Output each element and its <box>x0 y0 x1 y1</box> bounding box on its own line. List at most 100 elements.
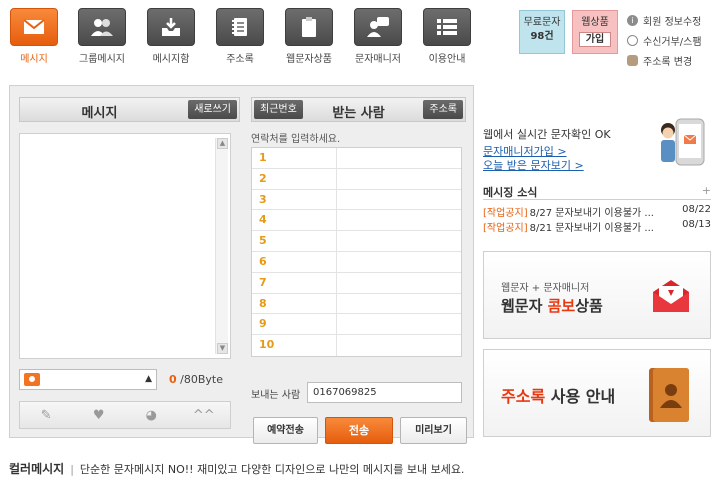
recipient-row[interactable]: 2 <box>252 168 461 190</box>
footer-separator: | <box>70 463 74 476</box>
edit-member-info-link[interactable]: i 회원 정보수정 <box>627 10 720 30</box>
news-tag: [작업공지] <box>483 208 528 219</box>
web-product-badge[interactable]: 웹상품 가입 <box>572 10 618 54</box>
row-index: 2 <box>252 168 337 189</box>
account-item-label: 주소록 변경 <box>643 56 693 68</box>
recipient-row[interactable]: 8 <box>252 293 461 315</box>
row-index: 9 <box>252 314 337 335</box>
address-guide-rest: 사용 안내 <box>545 387 616 406</box>
recipient-number-input[interactable] <box>337 314 461 334</box>
clipboard-icon <box>302 17 316 37</box>
address-book-guide-banner[interactable]: 주소록 사용 안내 <box>483 349 711 437</box>
change-address-book-link[interactable]: 주소록 변경 <box>627 50 720 70</box>
recipient-row[interactable]: 4 <box>252 210 461 232</box>
reserve-send-button[interactable]: 예약전송 <box>253 417 318 444</box>
recipient-panel: 최근번호 받는 사람 주소록 연락처를 입력하세요. 1 2 3 4 5 6 7… <box>251 97 467 444</box>
address-book-button[interactable]: 주소록 <box>423 100 463 119</box>
nav-item-web-sms-product[interactable]: 웹문자상품 <box>273 8 345 65</box>
image-attach-select[interactable]: ▲ <box>19 369 157 390</box>
byte-max: /80Byte <box>180 373 223 386</box>
row-index: 10 <box>252 335 337 356</box>
scroll-down-icon[interactable]: ▼ <box>217 343 228 354</box>
recipient-panel-title: 받는 사람 <box>332 106 385 121</box>
recipient-row[interactable]: 7 <box>252 272 461 294</box>
nav-item-address-book[interactable]: 주소록 <box>204 8 276 65</box>
row-index: 8 <box>252 293 337 314</box>
footer-text: 단순한 문자메시지 NO!! 재미있고 다양한 디자인으로 나만의 메시지를 보… <box>79 463 465 476</box>
recent-numbers-button[interactable]: 최근번호 <box>254 100 303 119</box>
news-item[interactable]: [작업공지] 8/27 문자보내기 이용불가 ... 08/22 <box>483 204 711 219</box>
recipient-number-input[interactable] <box>337 148 461 168</box>
nav-label: 그룹메시지 <box>79 54 125 65</box>
recipient-number-input[interactable] <box>337 252 461 272</box>
recipient-row[interactable]: 6 <box>252 251 461 273</box>
news-more-icon[interactable]: + <box>702 184 711 197</box>
nav-item-message-box[interactable]: 메시지함 <box>135 8 207 65</box>
message-scrollbar[interactable]: ▲ ▼ <box>215 138 228 354</box>
nav-label: 메시지함 <box>152 54 190 65</box>
nav-item-message[interactable]: 메시지 <box>0 8 70 65</box>
message-panel-header: 메시지 새로쓰기 <box>19 97 240 122</box>
recipient-number-input[interactable] <box>337 231 461 251</box>
row-index: 7 <box>252 272 337 293</box>
nav-item-group-message[interactable]: 그룹메시지 <box>66 8 138 65</box>
byte-counter: 0 /80Byte <box>169 373 223 386</box>
manager-icon <box>367 17 389 37</box>
block-spam-link[interactable]: 수신거부/스팸 <box>627 30 720 50</box>
web-product-label: 웹상품 <box>581 17 609 28</box>
recipient-number-input[interactable] <box>337 335 461 356</box>
news-date: 08/13 <box>682 219 711 230</box>
web-product-join: 가입 <box>579 32 611 47</box>
scroll-up-icon[interactable]: ▲ <box>217 138 228 149</box>
free-sms-label: 무료문자 <box>523 17 561 28</box>
combo-product-banner[interactable]: 웹문자 + 문자매니저 웹문자 콤보상품 <box>483 251 711 339</box>
nav-label: 메시지 <box>20 54 48 65</box>
today-received-link[interactable]: 오늘 받은 문자보기 > <box>483 157 584 173</box>
nav-item-usage-guide[interactable]: 이용안내 <box>411 8 483 65</box>
news-date: 08/22 <box>682 204 711 215</box>
sender-number-input[interactable] <box>307 382 462 403</box>
nav-label: 주소록 <box>226 54 254 65</box>
sender-label: 보내는 사람 <box>251 390 301 401</box>
recipient-number-input[interactable] <box>337 190 461 210</box>
recipient-number-input[interactable] <box>337 169 461 189</box>
recipient-number-input[interactable] <box>337 294 461 314</box>
news-title: 8/27 문자보내기 이용불가 ... <box>529 208 654 219</box>
phone-person-illustration-icon <box>661 118 705 166</box>
dropdown-caret-icon: ▲ <box>145 374 152 384</box>
recipient-number-input[interactable] <box>337 210 461 230</box>
address-guide-highlight: 주소록 <box>501 387 546 406</box>
recipient-hint: 연락처를 입력하세요. <box>251 134 341 145</box>
recipient-number-input[interactable] <box>337 273 461 293</box>
heart-icon[interactable]: ♥ <box>89 406 109 424</box>
recipient-row[interactable]: 3 <box>252 189 461 211</box>
group-icon <box>91 19 113 36</box>
news-title: 8/21 문자보내기 이용불가 ... <box>529 223 654 234</box>
emoticon-face-icon[interactable]: ^^ <box>193 406 215 424</box>
message-panel: 메시지 새로쓰기 ▲ ▼ ▲ 0 /80Byte ✎ ♥ ◕ ^^ <box>19 97 240 433</box>
compose-area: 메시지 새로쓰기 ▲ ▼ ▲ 0 /80Byte ✎ ♥ ◕ ^^ 최근번호 받… <box>9 85 474 444</box>
recipient-row[interactable]: 10 <box>252 335 461 356</box>
send-button[interactable]: 전송 <box>325 417 393 444</box>
block-icon <box>627 34 638 46</box>
realtime-check-text: 웹에서 실시간 문자확인 OK <box>483 128 611 141</box>
recipient-row[interactable]: 9 <box>252 314 461 336</box>
new-message-button[interactable]: 새로쓰기 <box>188 100 237 119</box>
address-book-icon <box>649 368 689 422</box>
special-char-icon[interactable]: ✎ <box>36 406 56 424</box>
free-sms-count-badge[interactable]: 무료문자 98건 <box>519 10 565 54</box>
recipient-row[interactable]: 1 <box>252 148 461 169</box>
row-index: 6 <box>252 251 337 272</box>
camera-icon <box>24 373 40 386</box>
smiley-icon[interactable]: ◕ <box>141 406 161 424</box>
row-index: 5 <box>252 231 337 251</box>
address-guide-title: 주소록 사용 안내 <box>501 383 615 407</box>
recipient-row[interactable]: 5 <box>252 231 461 252</box>
info-icon: i <box>627 14 638 26</box>
recipient-panel-header: 최근번호 받는 사람 주소록 <box>251 97 466 122</box>
preview-button[interactable]: 미리보기 <box>400 417 467 444</box>
message-textarea[interactable]: ▲ ▼ <box>19 133 231 359</box>
news-item[interactable]: [작업공지] 8/21 문자보내기 이용불가 ... 08/13 <box>483 219 711 234</box>
nav-item-sms-manager[interactable]: 문자매니저 <box>342 8 414 65</box>
footer-title: 컬러메시지 <box>9 462 65 476</box>
